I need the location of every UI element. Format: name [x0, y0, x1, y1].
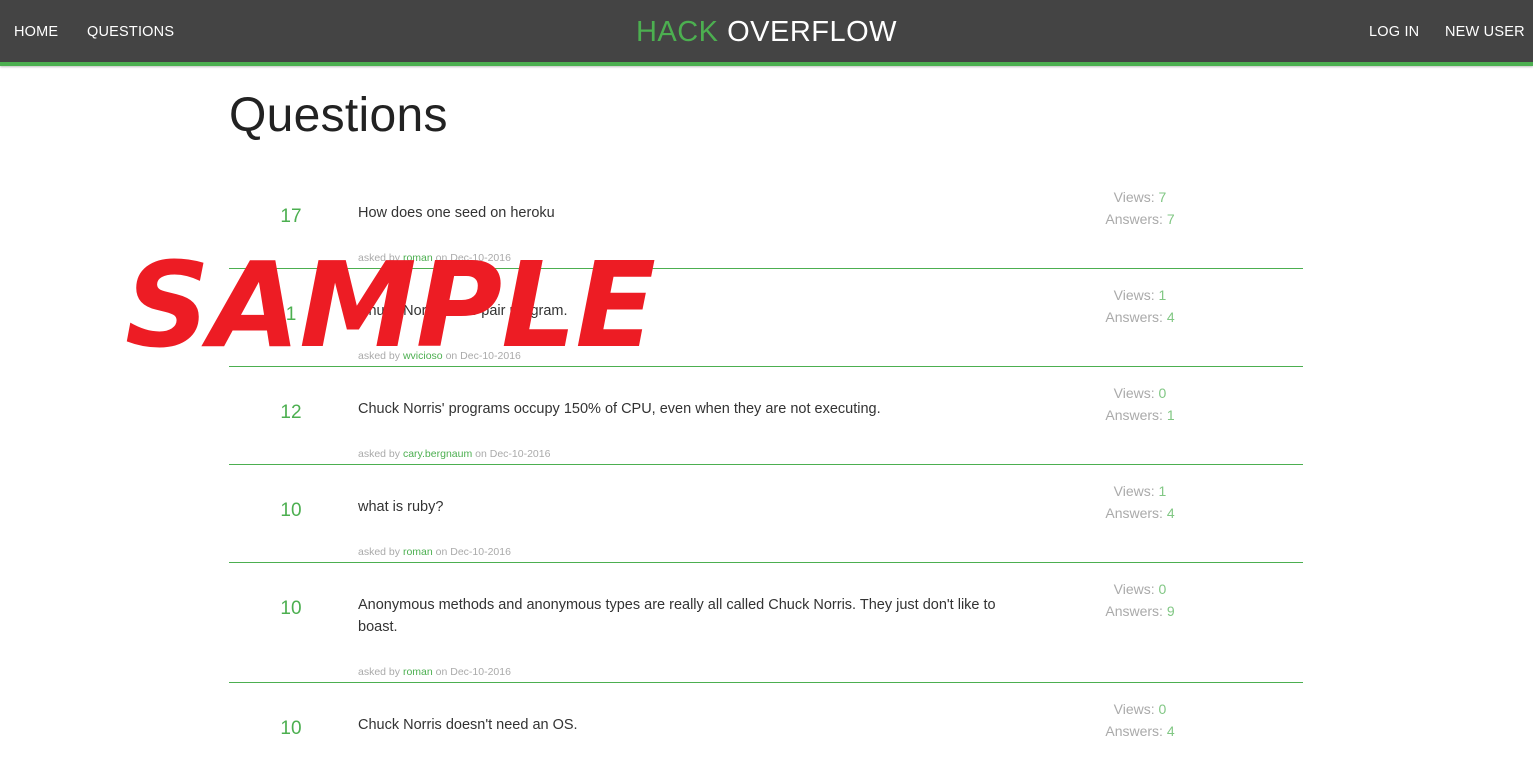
question-date: Dec-10-2016: [450, 546, 511, 558]
answers-row: Answers: 1: [1099, 404, 1181, 426]
question-title-link[interactable]: Anonymous methods and anonymous types ar…: [358, 594, 1008, 638]
question-title-link[interactable]: Chuck Norris doesn't need an OS.: [358, 714, 1008, 736]
views-label: Views:: [1113, 483, 1155, 499]
page-title: Questions: [229, 89, 448, 142]
question-vote-count: 17: [280, 206, 302, 227]
views-count: 0: [1158, 581, 1167, 597]
brand-logo-overflow: OVERFLOW: [727, 16, 898, 48]
views-row: Views: 1: [1099, 480, 1181, 502]
nav-login-link[interactable]: LOG IN: [1369, 0, 1419, 62]
question-author-link[interactable]: roman: [403, 546, 433, 558]
answers-count: 9: [1166, 603, 1175, 619]
question-meta: asked by roman on Dec-10-2016: [358, 546, 511, 558]
views-count: 0: [1158, 701, 1167, 717]
nav-home-link[interactable]: HOME: [14, 0, 58, 62]
question-title-link[interactable]: Chuck Norris' programs occupy 150% of CP…: [358, 398, 1008, 420]
sample-watermark: SAMPLE: [125, 236, 656, 374]
views-label: Views:: [1113, 701, 1155, 717]
answers-label: Answers:: [1105, 211, 1163, 227]
views-row: Views: 7: [1099, 186, 1181, 208]
views-count: 0: [1158, 385, 1167, 401]
question-meta: asked by roman on Dec-10-2016: [358, 666, 511, 678]
question-item: 10 what is ruby? asked by roman on Dec-1…: [229, 464, 1303, 563]
question-author-link[interactable]: roman: [403, 666, 433, 678]
answers-row: Answers: 4: [1099, 306, 1181, 328]
on-label: on: [435, 666, 448, 678]
question-item: 12 Chuck Norris' programs occupy 150% of…: [229, 366, 1303, 465]
question-item: 10 Anonymous methods and anonymous types…: [229, 562, 1303, 683]
asked-by-label: asked by: [358, 448, 401, 460]
top-navbar: HOME QUESTIONS HACK OVERFLOW LOG IN NEW …: [0, 0, 1533, 66]
views-row: Views: 0: [1099, 698, 1181, 720]
question-stats: Views: 0 Answers: 4: [1099, 698, 1181, 742]
views-label: Views:: [1113, 189, 1155, 205]
answers-count: 7: [1166, 211, 1175, 227]
views-label: Views:: [1113, 287, 1155, 303]
question-stats: Views: 1 Answers: 4: [1099, 480, 1181, 524]
answers-label: Answers:: [1105, 407, 1163, 423]
answers-label: Answers:: [1105, 603, 1163, 619]
answers-count: 4: [1166, 309, 1175, 325]
question-meta: asked by cary.bergnaum on Dec-10-2016: [358, 448, 550, 460]
asked-by-label: asked by: [358, 666, 401, 678]
question-vote-count: 12: [280, 402, 302, 423]
question-vote-count: 10: [280, 500, 302, 521]
answers-count: 1: [1166, 407, 1175, 423]
answers-row: Answers: 7: [1099, 208, 1181, 230]
views-row: Views: 0: [1099, 578, 1181, 600]
brand-logo-hack: HACK: [635, 16, 719, 48]
question-date: Dec-10-2016: [489, 448, 551, 460]
views-row: Views: 1: [1099, 284, 1181, 306]
answers-row: Answers: 9: [1099, 600, 1181, 622]
views-label: Views:: [1113, 385, 1155, 401]
answers-label: Answers:: [1105, 309, 1163, 325]
views-count: 1: [1158, 287, 1167, 303]
question-item: 10 Chuck Norris doesn't need an OS. View…: [229, 682, 1303, 762]
nav-new-user-link[interactable]: NEW USER: [1445, 0, 1525, 62]
answers-row: Answers: 4: [1099, 502, 1181, 524]
views-count: 1: [1158, 483, 1167, 499]
views-count: 7: [1158, 189, 1167, 205]
answers-label: Answers:: [1105, 505, 1163, 521]
answers-label: Answers:: [1105, 723, 1163, 739]
question-stats: Views: 1 Answers: 4: [1099, 284, 1181, 328]
nav-questions-link[interactable]: QUESTIONS: [87, 0, 174, 62]
answers-count: 4: [1166, 723, 1175, 739]
question-vote-count: 10: [280, 598, 302, 619]
asked-by-label: asked by: [358, 546, 401, 558]
question-vote-count: 10: [280, 718, 302, 739]
question-date: Dec-10-2016: [450, 666, 511, 678]
on-label: on: [435, 546, 448, 558]
question-title-link[interactable]: How does one seed on heroku: [358, 202, 1008, 224]
question-title-link[interactable]: what is ruby?: [358, 496, 1008, 518]
answers-row: Answers: 4: [1099, 720, 1181, 742]
views-row: Views: 0: [1099, 382, 1181, 404]
question-author-link[interactable]: cary.bergnaum: [403, 448, 472, 460]
question-stats: Views: 0 Answers: 9: [1099, 578, 1181, 622]
question-stats: Views: 0 Answers: 1: [1099, 382, 1181, 426]
brand-logo: HACK OVERFLOW: [0, 0, 1533, 62]
on-label: on: [475, 448, 487, 460]
views-label: Views:: [1113, 581, 1155, 597]
question-stats: Views: 7 Answers: 7: [1099, 186, 1181, 230]
answers-count: 4: [1166, 505, 1175, 521]
